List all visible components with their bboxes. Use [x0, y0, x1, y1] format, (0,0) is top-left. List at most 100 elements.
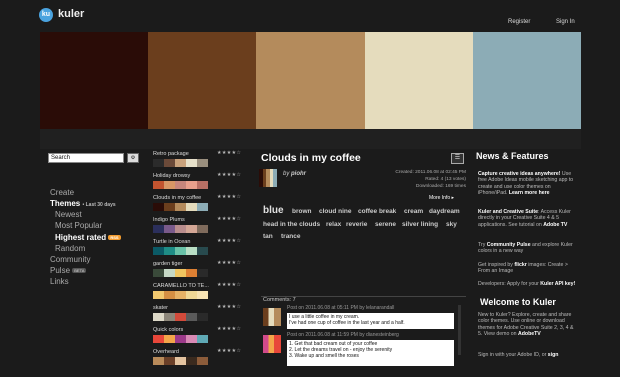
theme-name[interactable]: Retro package [153, 151, 189, 157]
theme-name[interactable]: Indigo Plums [153, 217, 185, 223]
theme-swatch-strip[interactable] [153, 291, 208, 299]
theme-name[interactable]: Clouds in my coffee [153, 195, 201, 201]
tag-link[interactable]: sky [446, 221, 457, 228]
theme-swatch-strip[interactable] [153, 335, 208, 343]
theme-swatch [153, 225, 164, 233]
nav-themes[interactable]: Themes • Last 30 days [50, 199, 116, 208]
theme-swatch [153, 159, 164, 167]
theme-swatch [153, 203, 164, 211]
rss-badge[interactable]: RSS [108, 235, 121, 241]
nav-newest[interactable]: Newest [55, 210, 82, 219]
theme-swatch [175, 335, 186, 343]
nav-highest-rated[interactable]: Highest rated RSS [55, 233, 121, 242]
author-line: by piohr [283, 171, 306, 177]
tag-link[interactable]: head in the clouds [263, 221, 320, 228]
sign-in-link[interactable]: Sign In [556, 19, 575, 25]
tag-link[interactable]: trance [281, 233, 301, 240]
theme-name[interactable]: Turtle in Ocean [153, 239, 190, 245]
theme-swatch [164, 225, 175, 233]
adobetv-link[interactable]: AdobeTV [518, 331, 541, 337]
theme-swatch [153, 269, 164, 277]
nav-pulse[interactable]: Pulse BETA [50, 266, 87, 275]
tag-link[interactable]: tan [263, 233, 273, 240]
theme-swatch [197, 313, 208, 321]
theme-swatch [197, 269, 208, 277]
nav-create[interactable]: Create [50, 188, 74, 197]
welcome-heading: Welcome to Kuler [480, 297, 556, 307]
theme-swatch-strip[interactable] [153, 225, 208, 233]
swatch-2[interactable] [148, 32, 257, 129]
created-date: Created: 2011.06.08 at 02:45 PM [395, 170, 466, 175]
tag-link[interactable]: cloud nine [319, 208, 352, 215]
theme-tools-icon[interactable]: ☰ [451, 153, 464, 164]
nav-community[interactable]: Community [50, 255, 90, 264]
theme-swatch-strip[interactable] [153, 269, 208, 277]
themes-filter-dropdown[interactable]: • Last 30 days [82, 202, 115, 208]
theme-name[interactable]: Overheard [153, 349, 179, 355]
comments-panel: Comments: 7 Post on 2011.06.08 at 05:11 … [261, 296, 466, 366]
swatch-3[interactable] [256, 32, 365, 129]
tag-link[interactable]: relax [326, 221, 341, 228]
sign-in-text: Sign in with your Adobe ID, or sign [478, 352, 578, 358]
commenter-avatar[interactable] [263, 335, 281, 353]
comments-scrollbar[interactable] [458, 305, 461, 355]
theme-swatch-strip[interactable] [153, 203, 208, 211]
swatch-1[interactable] [40, 32, 149, 129]
theme-rating-stars: ★★★★☆ [217, 304, 242, 310]
kuler-logo-icon[interactable]: ku [39, 8, 53, 22]
sign-link[interactable]: sign [548, 352, 559, 358]
theme-swatch-strip[interactable] [153, 159, 208, 167]
tag-link[interactable]: silver lining [402, 221, 438, 228]
tag-link[interactable]: blue [263, 205, 284, 216]
theme-name[interactable]: Quick colors [153, 327, 183, 333]
news-api-text: Developers: Apply for your [478, 281, 539, 287]
theme-list-item[interactable]: Overheard ★★★★☆ [153, 348, 249, 377]
theme-swatch [197, 247, 208, 255]
theme-swatch-strip[interactable] [153, 181, 208, 189]
community-pulse-link[interactable]: Community Pulse [487, 242, 531, 248]
api-key-link[interactable]: Kuler API key! [540, 281, 575, 287]
tag-link[interactable]: coffee break [358, 208, 396, 215]
search-input[interactable]: Search [48, 153, 124, 163]
tag-link[interactable]: serene [375, 221, 396, 228]
swatch-5[interactable] [472, 32, 582, 129]
comment-item: Post on 2011.06.08 at 05:11 PM by lelana… [261, 305, 466, 331]
theme-swatch-strip[interactable] [153, 247, 208, 255]
register-link[interactable]: Register [508, 19, 530, 25]
theme-name[interactable]: skater [153, 305, 168, 311]
theme-swatch [175, 225, 186, 233]
author-link[interactable]: piohr [291, 171, 306, 177]
theme-swatch [197, 225, 208, 233]
theme-swatch [153, 181, 164, 189]
nav-most-popular[interactable]: Most Popular [55, 221, 102, 230]
news-item-creative-suite: Kuler and Creative Suite: Access Kuler d… [478, 209, 578, 228]
theme-swatch [164, 159, 175, 167]
app-name[interactable]: kuler [58, 8, 84, 20]
adobe-tv-link[interactable]: Adobe TV [543, 222, 567, 228]
theme-name[interactable]: CARAMELLO TO TE... [153, 283, 209, 289]
tag-link[interactable]: cream [404, 208, 423, 215]
theme-name[interactable]: Holiday drowsy [153, 173, 190, 179]
swatch-4[interactable] [364, 32, 473, 129]
beta-badge: BETA [72, 268, 87, 274]
theme-rating-stars: ★★★★☆ [217, 150, 242, 156]
tag-link[interactable]: brown [292, 208, 312, 215]
theme-swatch [186, 225, 197, 233]
theme-swatch-strip[interactable] [153, 313, 208, 321]
nav-random[interactable]: Random [55, 244, 85, 253]
advanced-search-icon[interactable]: ⚙ [127, 153, 139, 163]
rating-info: Rated: 4 (13 votes) [425, 177, 466, 182]
theme-swatch [153, 357, 164, 365]
commenter-avatar[interactable] [263, 308, 281, 326]
tag-link[interactable]: daydream [429, 208, 460, 215]
learn-more-link[interactable]: Learn more here [509, 190, 550, 196]
tag-link[interactable]: reverie [346, 221, 367, 228]
theme-swatch [153, 313, 164, 321]
theme-name[interactable]: garden tiger [153, 261, 182, 267]
more-info-link[interactable]: More Info ▸ [429, 195, 454, 201]
author-thumbnail[interactable] [259, 169, 277, 187]
nav-links[interactable]: Links [50, 277, 69, 286]
flickr-link[interactable]: flickr [514, 262, 526, 268]
by-prefix: by [283, 171, 290, 177]
theme-swatch-strip[interactable] [153, 357, 208, 365]
